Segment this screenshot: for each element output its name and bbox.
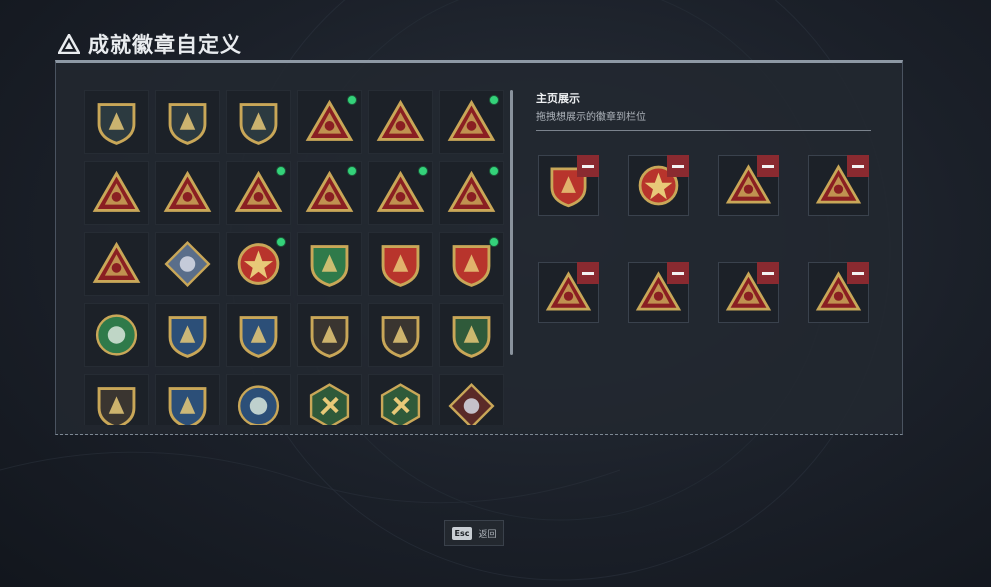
new-indicator-dot (347, 166, 357, 176)
badge-cell[interactable] (439, 303, 504, 367)
remove-badge-button[interactable] (667, 155, 689, 177)
badge-cell[interactable] (226, 90, 291, 154)
back-button[interactable]: Esc 返回 (444, 520, 504, 546)
badge-cell[interactable] (84, 161, 149, 225)
remove-badge-button[interactable] (757, 155, 779, 177)
badge-cell[interactable] (368, 303, 433, 367)
badge-collection-grid[interactable] (84, 90, 509, 425)
minus-icon (762, 164, 774, 168)
new-indicator-dot (347, 95, 357, 105)
badge-cell[interactable] (297, 90, 362, 154)
badge-cell[interactable] (297, 232, 362, 296)
back-label: 返回 (478, 529, 497, 540)
new-indicator-dot (276, 237, 286, 247)
no-gun-shield-badge-icon (310, 316, 349, 358)
remove-badge-button[interactable] (847, 262, 869, 284)
page-title: 成就徽章自定义 (88, 33, 242, 57)
new-indicator-dot (489, 237, 499, 247)
badge-cell[interactable] (368, 374, 433, 425)
eagle-badge-icon (237, 385, 280, 425)
minus-icon (762, 271, 774, 275)
display-slot[interactable] (718, 155, 779, 216)
minus-icon (852, 271, 864, 275)
minus-icon (852, 164, 864, 168)
green-shield-badge-icon (310, 245, 349, 287)
arrow-shield-badge-icon (239, 103, 278, 145)
badge-cell[interactable] (439, 161, 504, 225)
blue-diamond-badge-icon (164, 240, 211, 288)
gold-shield-badge-icon (97, 387, 136, 425)
badge-cell[interactable] (226, 161, 291, 225)
display-title: 主页展示 (536, 92, 580, 105)
new-indicator-dot (489, 95, 499, 105)
vest-triangle-badge-icon (376, 99, 425, 141)
display-slot[interactable] (808, 262, 869, 323)
tower-triangle-badge-icon (92, 241, 141, 283)
badge-cell[interactable] (155, 90, 220, 154)
badge-cell[interactable] (84, 232, 149, 296)
green-crosshair-shield-badge-icon (452, 316, 491, 358)
badge-customize-panel: 主页展示 拖拽想展示的徽章到栏位 (55, 60, 903, 435)
badge-cell[interactable] (297, 374, 362, 425)
badge-cell[interactable] (368, 161, 433, 225)
rocket-hexagon-badge-icon (380, 383, 421, 425)
badge-cell[interactable] (226, 232, 291, 296)
mountain-shield-badge-icon (97, 103, 136, 145)
minus-icon (582, 271, 594, 275)
remove-badge-button[interactable] (667, 262, 689, 284)
minus-icon (582, 164, 594, 168)
remove-badge-button[interactable] (847, 155, 869, 177)
display-slot[interactable] (718, 262, 779, 323)
badge-cell[interactable] (155, 232, 220, 296)
badge-cell[interactable] (155, 374, 220, 425)
display-subtitle: 拖拽想展示的徽章到栏位 (536, 112, 646, 123)
badge-cell[interactable] (439, 232, 504, 296)
gold-cross-badge-icon (168, 387, 207, 425)
badge-cell[interactable] (226, 374, 291, 425)
badge-cell[interactable] (155, 161, 220, 225)
number-one-triangle-badge-icon (163, 170, 212, 212)
badge-cell[interactable] (439, 90, 504, 154)
display-slot[interactable] (808, 155, 869, 216)
no-gun-shield-2-badge-icon (381, 316, 420, 358)
badge-cell[interactable] (439, 374, 504, 425)
wasp-hexagon-badge-icon (309, 383, 350, 425)
minus-icon (672, 271, 684, 275)
triangle-logo-icon (58, 34, 80, 54)
badge-cell[interactable] (297, 161, 362, 225)
badge-cell[interactable] (84, 90, 149, 154)
esc-key-hint: Esc (451, 526, 473, 540)
new-indicator-dot (489, 166, 499, 176)
badge-cell[interactable] (368, 232, 433, 296)
remove-badge-button[interactable] (757, 262, 779, 284)
badge-cell[interactable] (297, 303, 362, 367)
new-indicator-dot (418, 166, 428, 176)
badge-cell[interactable] (84, 374, 149, 425)
badge-cell[interactable] (84, 303, 149, 367)
display-slot[interactable] (538, 155, 599, 216)
minus-icon (672, 164, 684, 168)
display-divider (536, 130, 871, 131)
new-indicator-dot (276, 166, 286, 176)
homepage-display-section: 主页展示 拖拽想展示的徽章到栏位 (536, 90, 871, 131)
page-header: 成就徽章自定义 (58, 30, 242, 58)
display-slot[interactable] (538, 262, 599, 323)
display-slot[interactable] (628, 155, 689, 216)
dragon-diamond-badge-icon (448, 382, 495, 425)
helicopter-badge-icon (168, 103, 207, 145)
badge-cell[interactable] (155, 303, 220, 367)
helmet-triangle-badge-icon (92, 170, 141, 212)
laurel-round-badge-icon (95, 314, 138, 356)
blue-crosshair-shield-2-badge-icon (239, 316, 278, 358)
collection-scrollbar[interactable] (510, 90, 513, 355)
badge-cell[interactable] (368, 90, 433, 154)
winged-shield-badge-icon (381, 245, 420, 287)
remove-badge-button[interactable] (577, 262, 599, 284)
display-slot[interactable] (628, 262, 689, 323)
blue-crosshair-shield-badge-icon (168, 316, 207, 358)
remove-badge-button[interactable] (577, 155, 599, 177)
badge-cell[interactable] (226, 303, 291, 367)
